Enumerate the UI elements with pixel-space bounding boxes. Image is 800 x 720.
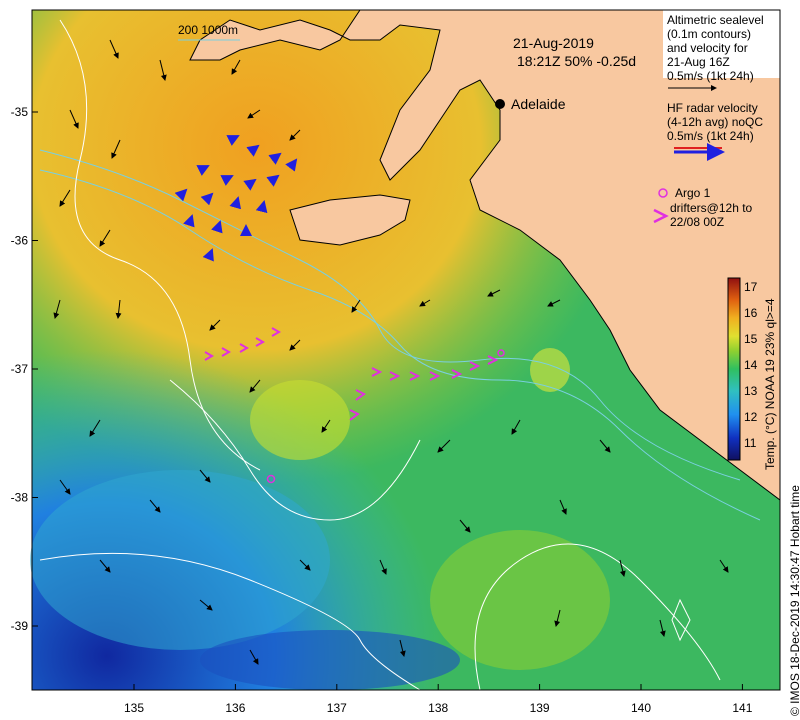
- colorbar-tick-label: 17: [744, 280, 758, 294]
- cold-south: [200, 630, 460, 690]
- y-tick-label: -39: [11, 619, 29, 633]
- colorbar-tick-label: 12: [744, 410, 758, 424]
- x-tick-label: 140: [631, 701, 651, 715]
- radar-legend: HF radar velocity (4-12h avg) noQC 0.5m/…: [667, 101, 763, 143]
- argo-legend-label: Argo 1: [675, 186, 711, 200]
- y-tick-label: -38: [11, 491, 29, 505]
- bathy-legend-label: 200 1000m: [178, 23, 238, 37]
- colorbar-tick-label: 16: [744, 306, 758, 320]
- sst-map: Adelaide 200 1000m 21-Aug-2019 18:21Z 50…: [11, 9, 781, 715]
- y-tick-label: -37: [11, 362, 29, 376]
- altimetry-legend-line: 21-Aug 16Z: [667, 55, 730, 69]
- radar-legend-line: (4-12h avg) noQC: [667, 115, 763, 129]
- radar-legend-line: 0.5m/s (1kt 24h): [667, 129, 754, 143]
- radar-legend-line: HF radar velocity: [667, 101, 758, 115]
- altimetry-legend-line: Altimetric sealevel: [667, 13, 764, 27]
- altimetry-legend-line: and velocity for: [667, 41, 748, 55]
- x-tick-label: 141: [732, 701, 752, 715]
- colorbar: [727, 277, 741, 461]
- colorbar-tick-label: 14: [744, 358, 758, 372]
- date-label: 21-Aug-2019: [513, 35, 594, 51]
- adelaide-marker: [495, 99, 505, 109]
- altimetry-legend-line: 0.5m/s (1kt 24h): [667, 69, 754, 83]
- colorbar-tick-label: 11: [744, 436, 757, 450]
- x-tick-label: 139: [530, 701, 550, 715]
- altimetry-legend-line: (0.1m contours): [667, 27, 751, 41]
- credit-label: © IMOS 18-Dec-2019 14:30:47 Hobart time: [788, 485, 800, 716]
- x-tick-label: 136: [225, 701, 245, 715]
- drifter-legend-line: drifters@12h to: [670, 201, 753, 215]
- colorbar-tick-label: 13: [744, 384, 758, 398]
- warm-patch: [250, 380, 350, 460]
- city-label: Adelaide: [511, 96, 566, 112]
- y-tick-label: -35: [11, 105, 29, 119]
- x-tick-label: 138: [428, 701, 448, 715]
- time-label: 18:21Z 50% -0.25d: [517, 53, 636, 69]
- y-tick-label: -36: [11, 234, 29, 248]
- drifter-legend-line: 22/08 00Z: [670, 215, 724, 229]
- warm-eddy: [430, 530, 610, 670]
- x-tick-label: 135: [124, 701, 144, 715]
- colorbar-label: Temp. (°C) NOAA 19 23% ql>=4: [763, 298, 777, 470]
- warm-spot: [530, 348, 570, 392]
- x-tick-label: 137: [327, 701, 347, 715]
- colorbar-tick-label: 15: [744, 332, 758, 346]
